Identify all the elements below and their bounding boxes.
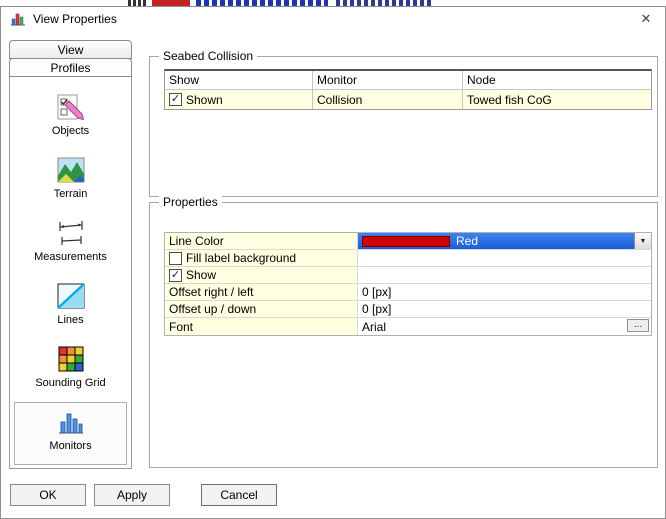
view-properties-dialog: View Properties ✕ View Profiles Objects <box>0 6 666 519</box>
property-grid: Line Color Red ▼ Fill label background ✓… <box>164 232 652 336</box>
cancel-button-label: Cancel <box>220 488 257 502</box>
sidebar-item-label: Measurements <box>34 251 107 263</box>
sidebar: View Profiles Objects <box>9 40 132 469</box>
cancel-button[interactable]: Cancel <box>201 484 277 506</box>
property-row-offset-up-down[interactable]: Offset up / down 0 [px] <box>165 301 651 318</box>
property-label-with-checkbox: Fill label background <box>165 250 358 266</box>
column-header-monitor[interactable]: Monitor <box>313 71 463 90</box>
property-row-fill-label-background[interactable]: Fill label background <box>165 250 651 267</box>
sidebar-item-label: Sounding Grid <box>35 377 105 389</box>
objects-icon <box>56 92 86 122</box>
apply-button-label: Apply <box>117 488 147 502</box>
sidebar-item-monitors[interactable]: Monitors <box>14 402 127 465</box>
properties-group-title: Properties <box>159 195 222 209</box>
property-label: Fill label background <box>186 251 296 265</box>
sounding-grid-icon <box>56 344 86 374</box>
sidebar-item-label: Lines <box>57 314 83 326</box>
properties-group: Properties Line Color Red ▼ Fill label b… <box>149 202 658 468</box>
font-picker-button[interactable]: ... <box>627 319 649 332</box>
measurements-icon <box>56 218 86 248</box>
sidebar-item-sounding-grid[interactable]: Sounding Grid <box>14 339 127 402</box>
property-row-offset-right-left[interactable]: Offset right / left 0 [px] <box>165 284 651 301</box>
property-label: Offset right / left <box>165 284 358 300</box>
tab-profiles[interactable]: Profiles <box>9 58 132 77</box>
lines-icon <box>56 281 86 311</box>
property-label: Show <box>186 268 216 282</box>
dropdown-button[interactable]: ▼ <box>634 233 651 249</box>
color-swatch <box>362 236 450 247</box>
sidebar-item-measurements[interactable]: Measurements <box>14 213 127 276</box>
app-icon <box>10 11 26 27</box>
property-row-font[interactable]: Font Arial ... <box>165 318 651 335</box>
tab-view-label: View <box>58 43 84 57</box>
sidebar-item-objects[interactable]: Objects <box>14 87 127 150</box>
offset-right-left-value[interactable]: 0 [px] <box>358 284 651 300</box>
cell-node: Towed fish CoG <box>463 90 651 109</box>
ok-button-label: OK <box>39 488 56 502</box>
terrain-icon <box>56 155 86 185</box>
line-color-value[interactable]: Red ▼ <box>358 233 651 249</box>
apply-button[interactable]: Apply <box>94 484 170 506</box>
show-value[interactable] <box>358 267 651 283</box>
table-row[interactable]: ✓ Shown Collision Towed fish CoG <box>165 90 651 109</box>
property-row-show[interactable]: ✓ Show <box>165 267 651 284</box>
line-color-value-label: Red <box>456 234 478 248</box>
property-label-with-checkbox: ✓ Show <box>165 267 358 283</box>
property-label: Offset up / down <box>165 301 358 317</box>
tab-profiles-label: Profiles <box>50 61 90 75</box>
property-label: Line Color <box>165 233 358 249</box>
fill-label-background-value[interactable] <box>358 250 651 266</box>
close-icon: ✕ <box>641 11 652 27</box>
seabed-collision-group: Seabed Collision Show Monitor Node ✓ Sho… <box>149 56 658 197</box>
sidebar-item-lines[interactable]: Lines <box>14 276 127 339</box>
sidebar-item-list: Objects Terrain Mea <box>9 76 132 469</box>
fill-label-background-checkbox[interactable] <box>169 252 182 265</box>
ok-button[interactable]: OK <box>10 484 86 506</box>
title-bar: View Properties <box>1 7 665 31</box>
offset-up-down-value[interactable]: 0 [px] <box>358 301 651 317</box>
column-header-node[interactable]: Node <box>463 71 651 90</box>
cell-show-label: Shown <box>186 93 223 107</box>
sidebar-item-label: Terrain <box>54 188 88 200</box>
property-label: Font <box>165 318 358 335</box>
cell-monitor: Collision <box>313 90 463 109</box>
sidebar-item-label: Monitors <box>49 440 91 452</box>
dialog-title: View Properties <box>33 12 117 26</box>
cell-show: ✓ Shown <box>165 90 313 109</box>
seabed-collision-group-title: Seabed Collision <box>159 49 257 63</box>
tab-view[interactable]: View <box>9 40 132 59</box>
show-checkbox[interactable]: ✓ <box>169 269 182 282</box>
column-header-show[interactable]: Show <box>165 71 313 90</box>
font-value[interactable]: Arial ... <box>358 318 651 335</box>
monitors-table: Show Monitor Node ✓ Shown Collision Towe… <box>164 69 652 110</box>
chevron-down-icon: ▼ <box>640 238 647 245</box>
monitors-table-header: Show Monitor Node <box>165 71 651 90</box>
shown-checkbox[interactable]: ✓ <box>169 93 182 106</box>
close-button[interactable]: ✕ <box>630 8 662 30</box>
font-value-label: Arial <box>362 320 386 334</box>
sidebar-item-label: Objects <box>52 125 89 137</box>
sidebar-item-terrain[interactable]: Terrain <box>14 150 127 213</box>
property-row-line-color[interactable]: Line Color Red ▼ <box>165 233 651 250</box>
monitors-icon <box>56 407 86 437</box>
